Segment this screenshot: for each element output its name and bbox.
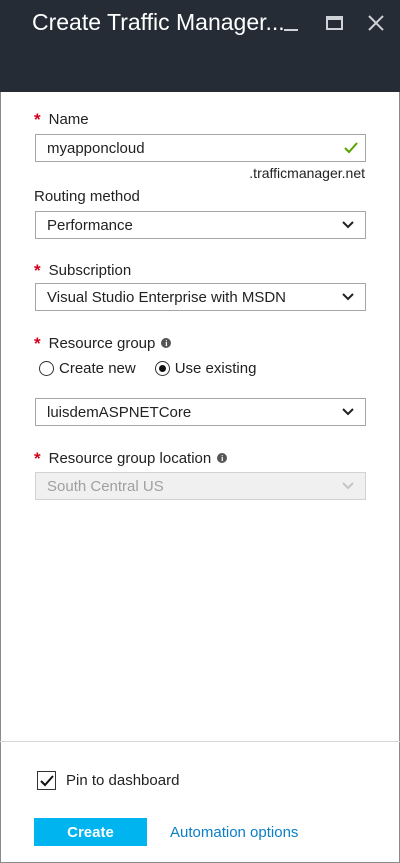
chevron-down-icon bbox=[342, 293, 354, 301]
pin-label[interactable]: Pin to dashboard bbox=[66, 772, 179, 789]
location-value: South Central US bbox=[47, 477, 164, 495]
radio-selected-dot bbox=[158, 365, 166, 372]
chevron-down-icon bbox=[342, 482, 354, 490]
location-label: * Resource group location i bbox=[34, 448, 228, 468]
routing-method-value: Performance bbox=[47, 216, 133, 234]
chevron-down-icon bbox=[342, 221, 354, 229]
radio-use-existing-label[interactable]: Use existing bbox=[175, 360, 257, 377]
name-label: * Name bbox=[34, 109, 89, 129]
name-suffix: .trafficmanager.net bbox=[249, 165, 365, 181]
pin-checkbox[interactable] bbox=[37, 771, 56, 790]
blade-frame bbox=[0, 0, 400, 863]
subscription-select[interactable]: Visual Studio Enterprise with MSDN bbox=[35, 283, 366, 311]
location-label-text: Resource group location bbox=[48, 449, 212, 467]
check-icon bbox=[344, 142, 358, 154]
resource-group-mode: Create new Use existing bbox=[39, 360, 275, 377]
resource-group-label: * Resource group i bbox=[34, 333, 172, 353]
info-icon[interactable]: i bbox=[161, 338, 172, 348]
routing-method-label-text: Routing method bbox=[34, 188, 140, 205]
blade-title: Create Traffic Manager... bbox=[32, 9, 285, 35]
name-input-value: myapponcloud bbox=[47, 139, 145, 157]
info-icon[interactable]: i bbox=[217, 453, 228, 463]
close-icon bbox=[368, 15, 384, 31]
radio-create-new[interactable] bbox=[39, 361, 54, 376]
routing-method-label: Routing method bbox=[34, 188, 140, 205]
minimize-button[interactable] bbox=[278, 10, 304, 36]
radio-use-existing[interactable] bbox=[154, 361, 170, 376]
chevron-down-icon bbox=[342, 408, 354, 416]
close-button[interactable] bbox=[363, 10, 389, 36]
resource-group-select[interactable]: luisdemASPNETCore bbox=[35, 398, 366, 426]
create-button[interactable]: Create bbox=[34, 818, 147, 846]
blade-header: Create Traffic Manager... bbox=[0, 0, 400, 92]
automation-options-link[interactable]: Automation options bbox=[170, 824, 298, 841]
minimize-icon bbox=[284, 29, 298, 31]
name-input[interactable]: myapponcloud bbox=[35, 134, 366, 162]
subscription-value: Visual Studio Enterprise with MSDN bbox=[47, 288, 286, 306]
checkmark-icon bbox=[39, 774, 54, 786]
location-select: South Central US bbox=[35, 472, 366, 500]
required-mark: * bbox=[34, 334, 41, 353]
blade-footer: Pin to dashboard Create Automation optio… bbox=[0, 741, 400, 863]
subscription-label-text: Subscription bbox=[48, 261, 132, 279]
maximize-icon bbox=[325, 16, 343, 30]
routing-method-select[interactable]: Performance bbox=[35, 211, 366, 239]
radio-create-new-label[interactable]: Create new bbox=[59, 360, 136, 377]
pin-to-dashboard: Pin to dashboard bbox=[37, 771, 179, 790]
resource-group-label-text: Resource group bbox=[48, 334, 156, 352]
resource-group-value: luisdemASPNETCore bbox=[47, 403, 192, 421]
name-label-text: Name bbox=[48, 110, 89, 128]
required-mark: * bbox=[34, 449, 41, 468]
required-mark: * bbox=[34, 261, 41, 280]
maximize-button[interactable] bbox=[321, 10, 347, 36]
subscription-label: * Subscription bbox=[34, 260, 131, 280]
required-mark: * bbox=[34, 110, 41, 129]
